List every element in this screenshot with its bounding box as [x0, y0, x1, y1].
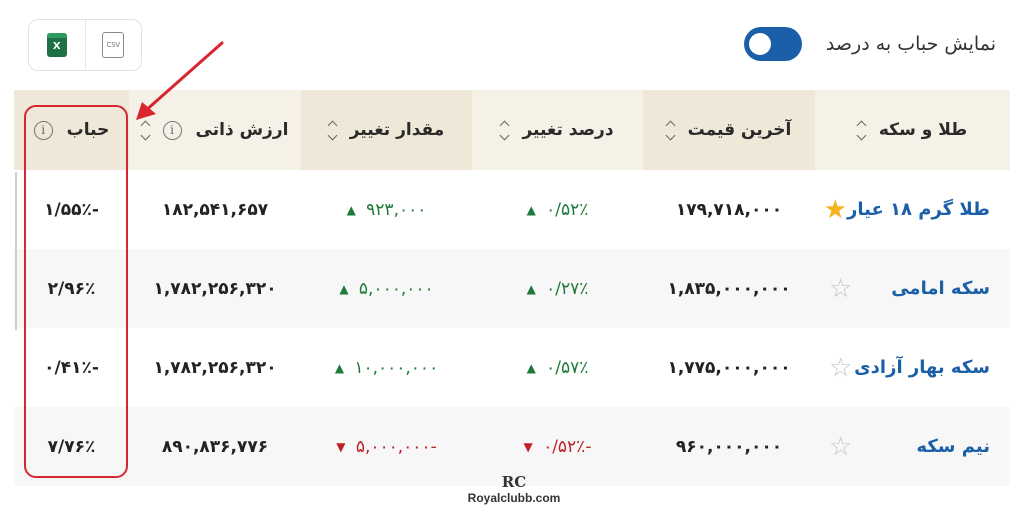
trend-up-icon: ▲ — [334, 360, 345, 375]
bubble-value: -۱/۵۵٪ — [14, 170, 129, 249]
favorite-star-icon[interactable]: ☆ — [829, 276, 852, 302]
change-amount: ۱۰,۰۰۰,۰۰۰ — [354, 357, 439, 378]
header-change-percent-label: درصد تغییر — [522, 120, 614, 140]
excel-icon-glyph: X — [52, 41, 61, 52]
trend-up-icon: ▲ — [346, 202, 357, 217]
asset-name-link[interactable]: سکه بهار آزادی — [854, 357, 990, 378]
header-last-price-label: آخرین قیمت — [687, 120, 792, 140]
favorite-star-icon[interactable]: ☆ — [829, 355, 852, 381]
last-price: ۹۶۰,۰۰۰,۰۰۰ — [643, 407, 815, 486]
change-amount-cell: -۵,۰۰۰,۰۰۰ ▼ — [301, 407, 472, 486]
asset-name-cell: سکه امامی ☆ — [815, 249, 1010, 328]
export-csv-button[interactable]: CSV — [84, 20, 142, 70]
header-last-price[interactable]: آخرین قیمت — [643, 90, 815, 170]
trend-up-icon: ▲ — [339, 281, 349, 296]
change-percent-cell: ۰/۵۲٪ ▲ — [472, 170, 643, 249]
asset-name-link[interactable]: نیم سکه — [916, 436, 990, 457]
intrinsic-value: ۱۸۲,۵۴۱,۶۵۷ — [129, 170, 301, 249]
change-amount: ۹۲۳,۰۰۰ — [366, 199, 427, 220]
table-body: طلا گرم ۱۸ عیار ★ ۱۷۹,۷۱۸,۰۰۰ ۰/۵۲٪ ▲ ۹۲… — [14, 170, 1010, 486]
bubble-value: ۷/۷۶٪ — [14, 407, 129, 486]
change-percent: ۰/۵۷٪ — [546, 357, 589, 378]
last-price: ۱,۸۳۵,۰۰۰,۰۰۰ — [643, 249, 815, 328]
change-amount-cell: ۱۰,۰۰۰,۰۰۰ ▲ — [301, 328, 472, 407]
intrinsic-value: ۱,۷۸۲,۲۵۶,۳۲۰ — [129, 328, 301, 407]
table-header-row: طلا و سکه آخرین قیمت درصد تغییر مقدار تغ… — [14, 90, 1010, 170]
asset-name-cell: سکه بهار آزادی ☆ — [815, 328, 1010, 407]
bubble-percent-setting: نمایش حباب به درصد — [743, 26, 996, 62]
csv-file-icon: CSV — [102, 32, 125, 58]
change-percent: ۰/۲۷٪ — [546, 278, 589, 299]
export-buttons: X CSV — [28, 19, 142, 71]
asset-name-link[interactable]: طلا گرم ۱۸ عیار — [847, 199, 990, 220]
toggle-knob — [748, 33, 771, 55]
table-row[interactable]: سکه بهار آزادی ☆ ۱,۷۷۵,۰۰۰,۰۰۰ ۰/۵۷٪ ▲ ۱… — [14, 328, 1010, 407]
info-icon[interactable]: i — [33, 120, 53, 140]
sort-icon[interactable] — [856, 119, 867, 142]
trend-up-icon: ▲ — [526, 281, 537, 296]
trend-down-icon: ▼ — [523, 439, 534, 454]
gold-coin-table: طلا و سکه آخرین قیمت درصد تغییر مقدار تغ… — [14, 90, 1010, 486]
change-amount: ۵,۰۰۰,۰۰۰ — [358, 278, 434, 299]
bubble-percent-label: نمایش حباب به درصد — [825, 33, 996, 55]
asset-name-cell: طلا گرم ۱۸ عیار ★ — [815, 170, 1010, 249]
header-bubble[interactable]: حباب i — [14, 90, 129, 170]
bubble-percent-toggle[interactable] — [743, 27, 802, 61]
sort-icon[interactable] — [665, 119, 676, 142]
trend-up-icon: ▲ — [526, 202, 537, 217]
header-name[interactable]: طلا و سکه — [815, 90, 1010, 170]
intrinsic-value: ۸۹۰,۸۳۶,۷۷۶ — [129, 407, 301, 486]
favorite-star-icon[interactable]: ☆ — [829, 434, 852, 460]
scrollbar[interactable] — [15, 172, 17, 330]
asset-name-link[interactable]: سکه امامی — [891, 278, 990, 299]
change-percent-cell: ۰/۵۷٪ ▲ — [472, 328, 643, 407]
excel-icon: X — [46, 33, 67, 57]
last-price: ۱,۷۷۵,۰۰۰,۰۰۰ — [643, 328, 815, 407]
watermark-logo: RC — [501, 473, 527, 491]
header-intrinsic-value-label: ارزش ذاتی — [195, 120, 289, 140]
bubble-value: ۲/۹۶٪ — [14, 249, 129, 328]
favorite-star-icon[interactable]: ★ — [824, 197, 847, 223]
trend-up-icon: ▲ — [526, 360, 537, 375]
table-row[interactable]: سکه امامی ☆ ۱,۸۳۵,۰۰۰,۰۰۰ ۰/۲۷٪ ▲ ۵,۰۰۰,… — [14, 249, 1010, 328]
sort-icon[interactable] — [327, 119, 338, 142]
last-price: ۱۷۹,۷۱۸,۰۰۰ — [643, 170, 815, 249]
info-icon[interactable]: i — [162, 120, 182, 140]
change-percent: -۰/۵۲٪ — [543, 436, 592, 457]
export-excel-button[interactable]: X — [29, 20, 85, 70]
change-percent: ۰/۵۲٪ — [546, 199, 589, 220]
change-percent-cell: ۰/۲۷٪ ▲ — [472, 249, 643, 328]
header-change-amount-label: مقدار تغییر — [349, 120, 445, 140]
header-intrinsic-value[interactable]: ارزش ذاتی i — [129, 90, 301, 170]
asset-name-cell: نیم سکه ☆ — [815, 407, 1010, 486]
sort-icon[interactable] — [140, 119, 150, 142]
bubble-value: -۰/۴۱٪ — [14, 328, 129, 407]
header-change-amount[interactable]: مقدار تغییر — [301, 90, 472, 170]
trend-down-icon: ▼ — [336, 439, 346, 454]
intrinsic-value: ۱,۷۸۲,۲۵۶,۳۲۰ — [129, 249, 301, 328]
watermark-text: Royalclubb.com — [467, 491, 561, 505]
sort-icon[interactable] — [500, 119, 510, 142]
watermark: RC Royalclubb.com — [462, 474, 566, 505]
change-amount-cell: ۵,۰۰۰,۰۰۰ ▲ — [301, 249, 472, 328]
header-bubble-label: حباب — [66, 120, 110, 140]
change-amount: -۵,۰۰۰,۰۰۰ — [355, 436, 437, 457]
header-change-percent[interactable]: درصد تغییر — [472, 90, 643, 170]
table-row[interactable]: طلا گرم ۱۸ عیار ★ ۱۷۹,۷۱۸,۰۰۰ ۰/۵۲٪ ▲ ۹۲… — [14, 170, 1010, 249]
change-amount-cell: ۹۲۳,۰۰۰ ▲ — [301, 170, 472, 249]
header-name-label: طلا و سکه — [878, 120, 968, 140]
